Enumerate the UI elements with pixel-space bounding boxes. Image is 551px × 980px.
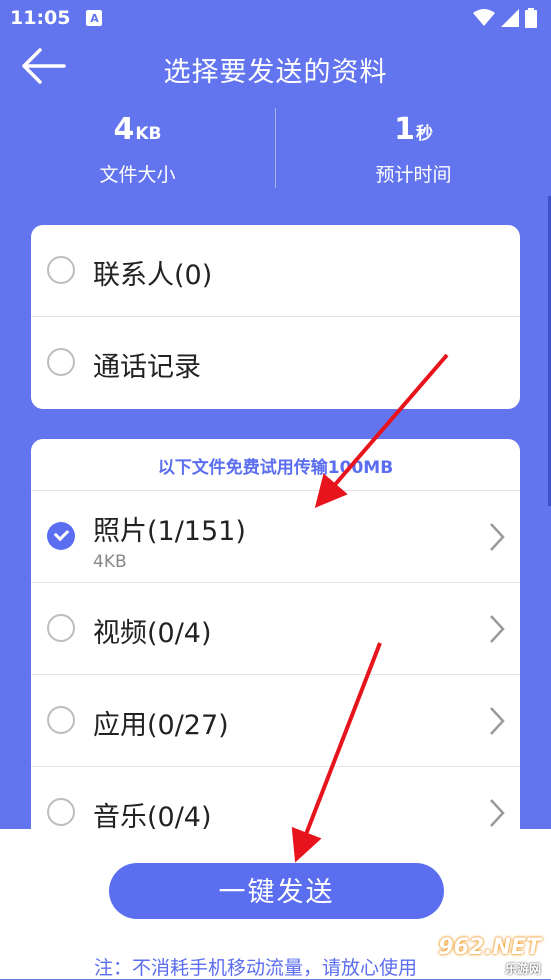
- videos-label: 视频(0/4): [93, 618, 212, 649]
- estimated-time-label: 预计时间: [375, 164, 452, 186]
- list-item-apps[interactable]: 应用(0/27): [31, 675, 520, 767]
- apps-label: 应用(0/27): [93, 710, 229, 741]
- transfer-stats: 4KB 文件大小 1秒 预计时间: [0, 108, 551, 194]
- watermark-logo: 962.NET 乐游网: [438, 935, 541, 976]
- file-size-value: 4: [113, 112, 135, 147]
- contacts-checkbox[interactable]: [47, 256, 75, 284]
- contacts-label: 联系人(0): [93, 260, 213, 291]
- file-size-unit: KB: [135, 124, 162, 144]
- apps-checkbox[interactable]: [47, 706, 75, 734]
- list-item-contacts[interactable]: 联系人(0): [31, 225, 520, 317]
- media-card: 以下文件免费试用传输100MB 照片(1/151) 4KB 视频(0/4) 应用…: [31, 439, 520, 859]
- notification-icon: A: [86, 10, 103, 26]
- file-size-label: 文件大小: [99, 164, 176, 186]
- estimated-time-value: 1: [394, 112, 415, 147]
- estimated-time-stat: 1秒 预计时间: [276, 108, 551, 187]
- file-size-stat: 4KB 文件大小: [0, 108, 275, 187]
- call-log-label: 通话记录: [93, 352, 201, 383]
- battery-icon: [525, 8, 537, 28]
- photos-size: 4KB: [93, 552, 127, 572]
- photos-checkbox[interactable]: [47, 522, 75, 550]
- estimated-time-unit: 秒: [415, 124, 433, 144]
- list-item-call-log[interactable]: 通话记录: [31, 317, 520, 409]
- call-log-checkbox[interactable]: [47, 348, 75, 376]
- chevron-right-icon: [490, 615, 505, 643]
- one-click-send-button[interactable]: 一键发送: [109, 863, 444, 919]
- music-checkbox[interactable]: [47, 798, 75, 826]
- signal-icon: [501, 9, 519, 27]
- footnote: 注：不消耗手机移动流量，请放心使用: [94, 957, 418, 979]
- list-item-photos[interactable]: 照片(1/151) 4KB: [31, 491, 520, 583]
- photos-label: 照片(1/151): [93, 516, 246, 547]
- wifi-icon: [473, 9, 495, 26]
- page-title: 选择要发送的资料: [163, 57, 388, 88]
- status-icons: [473, 8, 537, 28]
- list-item-videos[interactable]: 视频(0/4): [31, 583, 520, 675]
- chevron-right-icon: [490, 707, 505, 735]
- free-trial-note: 以下文件免费试用传输100MB: [31, 439, 520, 491]
- status-time: 11:05: [10, 7, 71, 29]
- chevron-right-icon: [490, 799, 505, 827]
- basic-data-card: 联系人(0) 通话记录: [31, 225, 520, 409]
- chevron-right-icon: [490, 523, 505, 551]
- videos-checkbox[interactable]: [47, 614, 75, 642]
- header: 选择要发送的资料: [0, 38, 551, 100]
- status-bar: 11:05 A: [0, 0, 551, 36]
